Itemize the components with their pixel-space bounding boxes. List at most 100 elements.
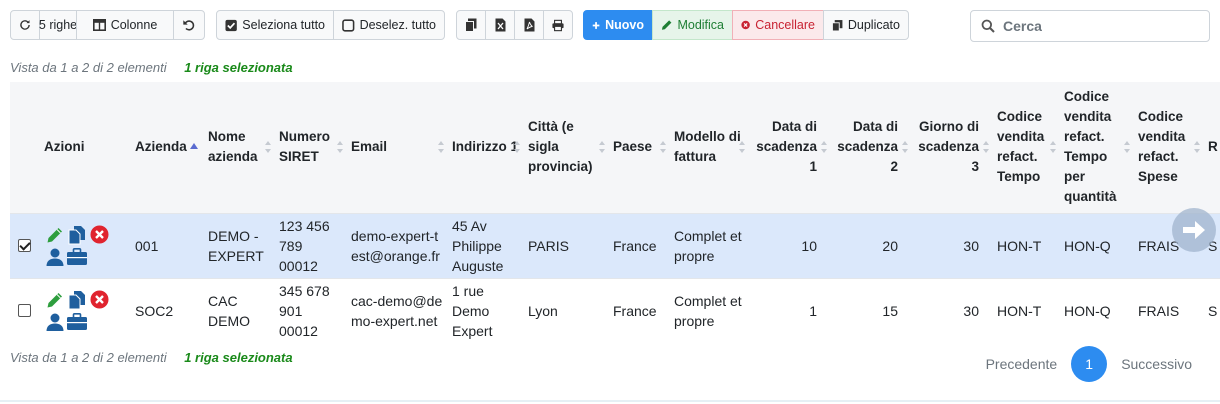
rows-per-page-button[interactable]: 5 righe [39,10,77,40]
header-scadenza-2[interactable]: Data di scadenza 2 [831,82,912,213]
cell-citta: Lyon [524,277,609,343]
plus-icon [592,21,600,29]
duplicate-button[interactable]: Duplicato [823,10,909,40]
deselect-all-button[interactable]: Deselez. tutto [333,10,445,40]
cell-nome-azienda: CAC DEMO [204,277,275,343]
print-icon [552,19,564,31]
cell-scadenza-2: 20 [831,212,912,278]
header-nome-azienda[interactable]: Nome azienda [204,82,275,213]
user-row-button[interactable] [44,246,66,268]
document-row-button[interactable] [66,224,88,246]
sort-icon [599,141,606,154]
checkbox-empty-icon [342,18,355,32]
select-all-button[interactable]: Seleziona tutto [216,10,334,40]
export-excel-button[interactable] [485,10,515,40]
delete-row-button[interactable] [88,224,110,246]
cell-codice-tempo-quantita: HON-Q [1060,212,1134,278]
search-input[interactable] [1001,17,1191,35]
cell-codice-tempo: HON-T [993,212,1060,278]
table-row[interactable]: 001 DEMO - EXPERT 123 456 789 00012 demo… [10,212,1220,278]
times-circle-icon [90,225,108,244]
page-1-button[interactable]: 1 [1071,346,1108,382]
cell-scadenza-1: 1 [749,277,831,343]
header-codice-tempo[interactable]: Codice vendita refact. Tempo [993,82,1060,213]
cell-extra: S [1204,277,1220,343]
selection-group: Seleziona tutto Deselez. tutto [216,10,445,40]
header-codice-tempo-quantita[interactable]: Codice vendita refact. Tempo per quantit… [1060,82,1134,213]
previous-page-button[interactable]: Precedente [972,356,1072,372]
briefcase-icon [67,313,87,331]
next-page-button[interactable]: Successivo [1107,356,1206,372]
row-actions [44,224,114,268]
sort-icon [1124,141,1131,154]
cell-scadenza-2: 15 [831,277,912,343]
checkbox-checked-icon [225,19,237,31]
times-circle-icon [90,290,108,309]
edit-row-button[interactable] [44,289,66,311]
delete-row-button[interactable] [88,289,110,311]
cell-codice-spese: FRAIS [1134,277,1204,343]
cell-indirizzo: 1 rue Demo Expert [448,277,524,343]
row-select-cell [10,212,40,278]
record-actions-group: Nuovo Modifica Cancellare Duplicato [583,10,909,40]
columns-button[interactable]: Colonne [76,10,174,40]
duplicate-label: Duplicato [847,18,900,32]
print-button[interactable] [543,10,573,40]
cell-nome-azienda: DEMO - EXPERT [204,212,275,278]
cell-citta: PARIS [524,212,609,278]
data-table-container: Azioni Azienda Nome azienda Numero SIRET… [10,82,1220,344]
export-pdf-button[interactable] [514,10,544,40]
rows-per-page-label: 5 righe [38,18,78,32]
sort-icon [660,141,667,154]
file-copy-icon [68,290,85,310]
footer-divider [0,400,1220,402]
edit-row-button[interactable] [44,224,66,246]
cell-email: demo-expert-test@orange.fr [347,212,448,278]
reset-button[interactable] [173,10,205,40]
delete-button[interactable]: Cancellare [732,10,824,40]
user-icon [46,313,64,331]
table-info-top: Vista da 1 a 2 di 2 elementi 1 riga sele… [10,60,293,75]
header-siret[interactable]: Numero SIRET [275,82,347,213]
header-paese[interactable]: Paese [609,82,670,213]
table-row[interactable]: SOC2 CAC DEMO 345 678 901 00012 cac-demo… [10,277,1220,343]
header-email[interactable]: Email [347,82,448,213]
briefcase-row-button[interactable] [66,246,88,268]
scroll-right-button[interactable] [1172,208,1216,252]
copy-button[interactable] [456,10,486,40]
header-azienda[interactable]: Azienda [131,82,204,213]
cell-modello: Complet et propre [670,212,749,278]
sort-icon [1194,141,1201,154]
header-indirizzo[interactable]: Indirizzo 1 [448,82,524,213]
header-scadenza-1[interactable]: Data di scadenza 1 [749,82,831,213]
sort-icon [337,141,344,154]
refresh-button[interactable] [10,10,40,40]
row-actions-cell [40,212,131,278]
edit-button[interactable]: Modifica [652,10,733,40]
row-checkbox[interactable] [18,304,31,318]
header-giorno-scadenza-3[interactable]: Giorno di scadenza 3 [912,82,993,213]
selected-info: 1 riga selezionata [184,350,293,365]
header-extra[interactable]: R g [1204,82,1220,213]
duplicate-icon [832,19,843,31]
user-icon [46,248,64,266]
user-row-button[interactable] [44,311,66,333]
sort-icon [265,141,272,154]
row-checkbox[interactable] [18,239,31,252]
selected-info: 1 riga selezionata [184,60,293,75]
new-button[interactable]: Nuovo [583,10,653,40]
header-citta[interactable]: Città (e sigla provincia) [524,82,609,213]
header-codice-spese[interactable]: Codice vendita refact. Spese [1134,82,1204,213]
cell-codice-tempo-quantita: HON-Q [1060,277,1134,343]
excel-file-icon [495,18,505,32]
header-modello[interactable]: Modello di fattura [670,82,749,213]
sort-icon [983,141,990,154]
briefcase-row-button[interactable] [66,311,88,333]
times-circle-icon [741,20,750,30]
cell-codice-tempo: HON-T [993,277,1060,343]
cell-scadenza-1: 10 [749,212,831,278]
sort-icon [821,141,828,154]
select-all-label: Seleziona tutto [242,18,325,32]
document-row-button[interactable] [66,289,88,311]
pencil-icon [47,227,62,242]
